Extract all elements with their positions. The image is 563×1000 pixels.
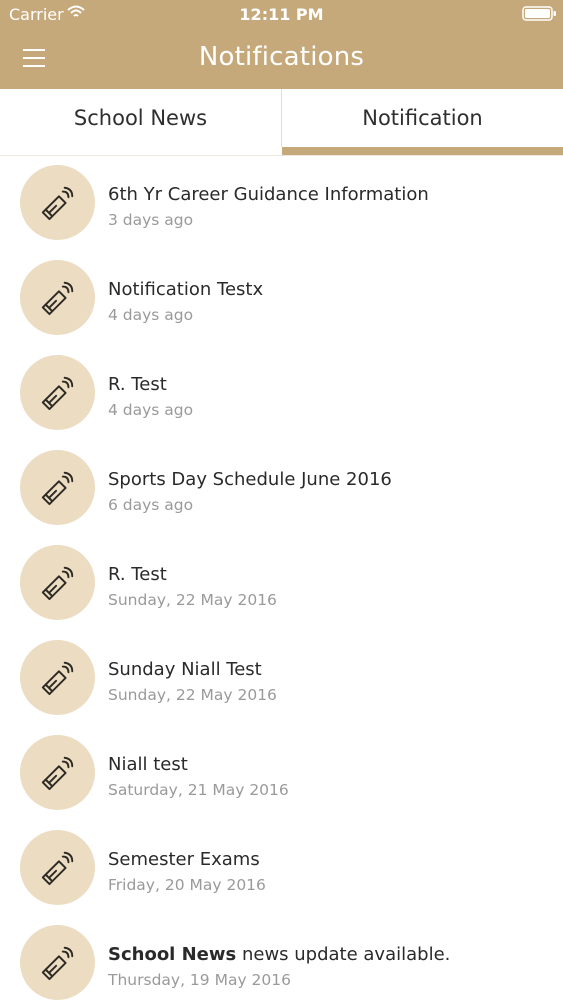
notification-title: 6th Yr Career Guidance Information	[108, 184, 429, 205]
notification-time: Thursday, 19 May 2016	[108, 971, 291, 989]
notification-avatar	[20, 165, 95, 240]
notification-item[interactable]: R. Test 4 days ago	[0, 345, 563, 440]
notification-item[interactable]: Niall test Saturday, 21 May 2016	[0, 725, 563, 820]
notification-time: 6 days ago	[108, 496, 194, 514]
notification-item[interactable]: R. Test Sunday, 22 May 2016	[0, 535, 563, 630]
megaphone-icon	[41, 946, 74, 981]
megaphone-icon	[41, 851, 74, 886]
megaphone-icon	[41, 566, 74, 601]
notification-avatar	[20, 355, 95, 430]
notification-time: Sunday, 22 May 2016	[108, 591, 277, 609]
notification-title: Notification Testx	[108, 279, 264, 300]
status-time: 12:11 PM	[239, 5, 324, 24]
megaphone-icon	[41, 661, 74, 696]
notification-title: School News news update available.	[108, 944, 450, 965]
notification-time: 4 days ago	[108, 401, 194, 419]
notification-title: Niall test	[108, 754, 188, 775]
notification-title-bold: School News	[108, 944, 237, 965]
notification-item[interactable]: School News news update available. Thurs…	[0, 915, 563, 1000]
battery-icon	[522, 6, 556, 21]
notification-time: Sunday, 22 May 2016	[108, 686, 277, 704]
notification-title: R. Test	[108, 564, 167, 585]
status-bar: Carrier 12:11 PM	[0, 0, 563, 30]
notification-item[interactable]: 6th Yr Career Guidance Information 3 day…	[0, 155, 563, 250]
notification-time: 3 days ago	[108, 211, 194, 229]
notification-item[interactable]: Semester Exams Friday, 20 May 2016	[0, 820, 563, 915]
notification-item[interactable]: Notification Testx 4 days ago	[0, 250, 563, 345]
tab-school-news[interactable]: School News	[0, 89, 281, 155]
notification-time: Friday, 20 May 2016	[108, 876, 266, 894]
notification-avatar	[20, 830, 95, 905]
notification-avatar	[20, 260, 95, 335]
page-title: Notifications	[198, 42, 365, 72]
app-header: Carrier 12:11 PM Notifications	[0, 0, 563, 89]
notification-title: Sports Day Schedule June 2016	[108, 469, 392, 490]
megaphone-icon	[41, 471, 74, 506]
notification-avatar	[20, 925, 95, 1000]
notification-item[interactable]: Sunday Niall Test Sunday, 22 May 2016	[0, 630, 563, 725]
notification-list[interactable]: 6th Yr Career Guidance Information 3 day…	[0, 155, 563, 1000]
notification-title: Sunday Niall Test	[108, 659, 262, 680]
notification-time: Saturday, 21 May 2016	[108, 781, 289, 799]
notification-title: Semester Exams	[108, 849, 260, 870]
active-tab-indicator	[282, 147, 563, 155]
tab-notification[interactable]: Notification	[282, 89, 563, 155]
notification-avatar	[20, 735, 95, 810]
megaphone-icon	[41, 756, 74, 791]
notification-avatar	[20, 545, 95, 620]
notification-avatar	[20, 640, 95, 715]
notification-item[interactable]: Sports Day Schedule June 2016 6 days ago	[0, 440, 563, 535]
tab-bar: School News Notification	[0, 89, 563, 156]
notification-avatar	[20, 450, 95, 525]
megaphone-icon	[41, 376, 74, 411]
notification-time: 4 days ago	[108, 306, 194, 324]
megaphone-icon	[41, 186, 74, 221]
notification-title-rest: news update available.	[236, 944, 451, 965]
notification-title: R. Test	[108, 374, 167, 395]
megaphone-icon	[41, 281, 74, 316]
